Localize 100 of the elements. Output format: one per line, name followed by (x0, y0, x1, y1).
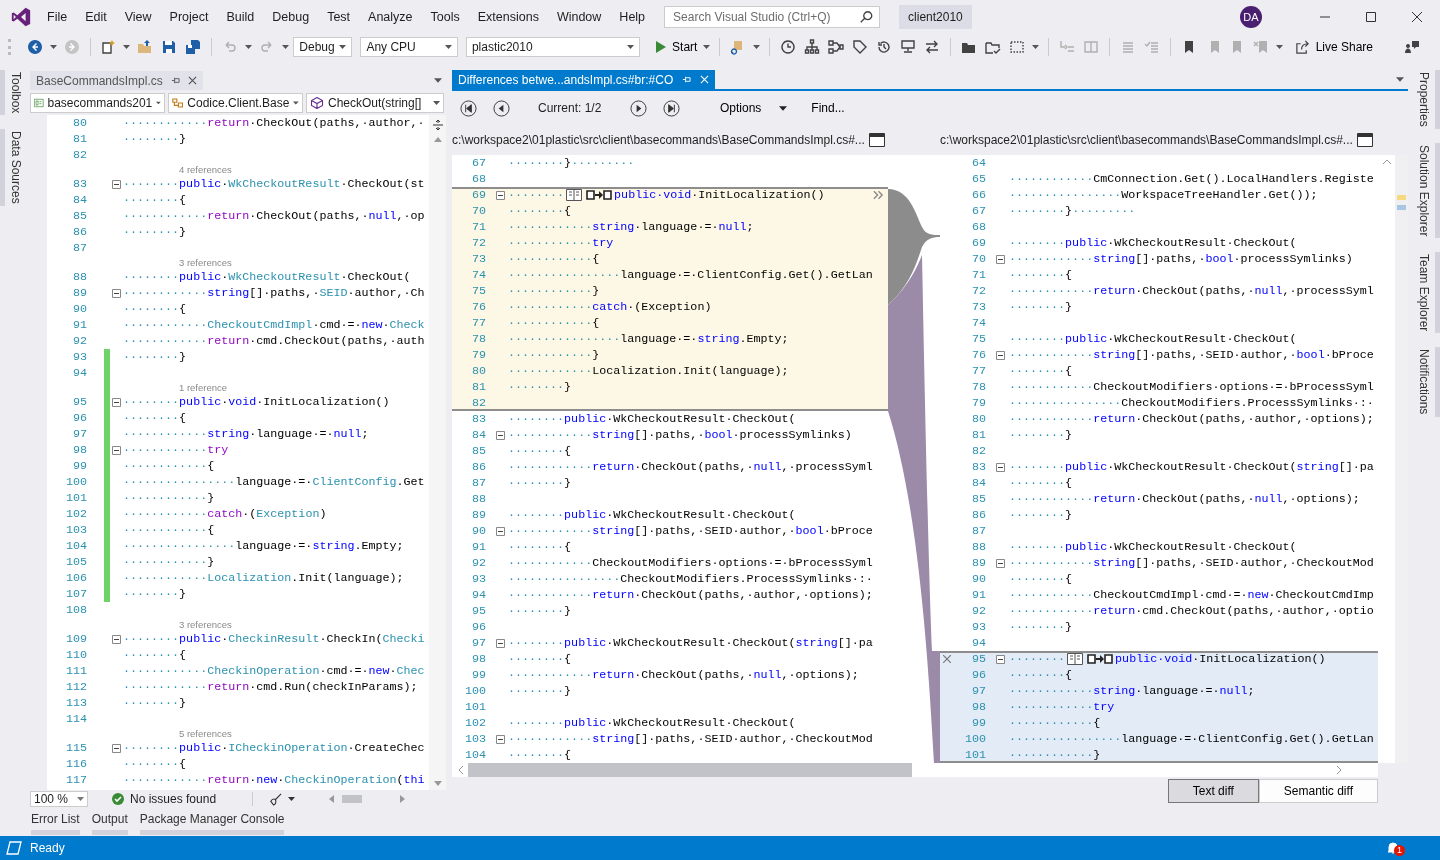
skip-forward-icon[interactable] (663, 99, 680, 117)
start-button[interactable]: Start (648, 40, 700, 54)
caret-icon[interactable] (434, 78, 442, 83)
menu-item[interactable]: Help (610, 7, 655, 27)
up-chevron-icon[interactable] (1381, 159, 1392, 165)
maximize-icon[interactable] (1365, 11, 1377, 23)
menu-item[interactable]: Build (217, 7, 264, 27)
side-tab[interactable]: Team Explorer (1417, 252, 1440, 334)
split-icon[interactable] (431, 119, 444, 131)
collapse-icon[interactable] (112, 634, 121, 644)
open-folder-icon[interactable] (137, 39, 154, 55)
back-icon[interactable] (26, 39, 43, 55)
diff-mode-tab[interactable]: Semantic diff (1258, 779, 1378, 803)
collapse-icon[interactable] (495, 734, 505, 744)
diff-pane[interactable] (452, 155, 888, 763)
lines-check-icon[interactable] (1143, 39, 1160, 55)
collapse-icon[interactable] (996, 350, 1005, 360)
collapse-icon[interactable] (112, 743, 121, 753)
reference-count[interactable]: 1 reference (123, 381, 228, 394)
caret-icon[interactable] (123, 45, 131, 49)
menu-item[interactable]: Analyze (359, 7, 422, 27)
menu-item[interactable]: Debug (263, 7, 319, 27)
collapse-icon[interactable] (996, 462, 1005, 472)
collapse-icon[interactable] (112, 445, 121, 455)
window-icon[interactable] (868, 133, 885, 147)
side-tab[interactable]: Solution Explorer (1417, 142, 1440, 239)
hierarchy-icon[interactable] (804, 39, 821, 55)
new-project-icon[interactable] (100, 39, 117, 55)
collapse-icon[interactable] (495, 638, 505, 648)
live-share-button[interactable]: Live Share (1288, 38, 1379, 56)
collapse-icon[interactable] (112, 397, 121, 407)
caret-icon[interactable] (245, 45, 253, 49)
collapse-icon[interactable] (112, 179, 121, 189)
collapse-icon[interactable] (495, 190, 505, 200)
close-icon[interactable] (1411, 11, 1423, 23)
scroll-thumb[interactable] (468, 763, 912, 777)
navigation-dropdown[interactable]: Codice.Client.Base (168, 93, 303, 113)
book-icon[interactable] (1067, 653, 1084, 665)
window-icon[interactable] (1356, 133, 1373, 147)
reference-count[interactable]: 4 references (123, 163, 232, 176)
clock-icon[interactable] (780, 39, 797, 55)
folder-check-icon[interactable] (985, 39, 1001, 55)
skip-back-icon[interactable] (460, 99, 477, 117)
reference-count[interactable]: 3 references (123, 256, 232, 269)
tag-icon[interactable] (852, 39, 869, 55)
panel-icon[interactable] (6, 841, 22, 855)
side-tab[interactable]: Notifications (1417, 347, 1440, 417)
configuration-dropdown[interactable]: Debug (293, 37, 353, 57)
caret-icon[interactable] (288, 797, 296, 801)
menu-item[interactable]: Tools (421, 7, 469, 27)
options-button[interactable]: Options (720, 101, 788, 115)
collapse-icon[interactable] (495, 430, 505, 440)
caret-icon[interactable] (1032, 45, 1039, 49)
reference-count[interactable]: 5 references (123, 727, 232, 740)
caret-icon[interactable] (49, 45, 57, 49)
platform-dropdown[interactable]: Any CPU (360, 37, 458, 57)
up-arrow-icon[interactable] (433, 137, 442, 142)
vertical-scrollbar[interactable] (429, 115, 446, 790)
collapse-icon[interactable] (996, 254, 1005, 264)
search-field[interactable]: Search Visual Studio (Ctrl+Q) (664, 6, 881, 28)
book-icon[interactable] (566, 189, 583, 201)
branch-icon[interactable] (828, 39, 845, 55)
right-chevron-icon[interactable] (1336, 765, 1342, 775)
caret-icon[interactable] (282, 45, 290, 49)
next-icon[interactable] (630, 99, 647, 117)
collapse-icon[interactable] (996, 654, 1005, 664)
menu-item[interactable]: Edit (76, 7, 116, 27)
project-dropdown[interactable]: plastic2010 (465, 37, 641, 57)
previous-icon[interactable] (493, 99, 510, 117)
move-icon[interactable] (1087, 653, 1114, 665)
caret-icon[interactable] (1396, 77, 1404, 82)
horizontal-scrollbar[interactable] (329, 795, 406, 803)
move-icon[interactable] (586, 189, 613, 201)
menu-item[interactable]: Extensions (468, 7, 548, 27)
caret-icon[interactable] (753, 45, 761, 49)
scroll-thumb[interactable] (342, 795, 363, 803)
menu-item[interactable]: Test (318, 7, 360, 27)
find-button[interactable]: Find... (811, 101, 845, 115)
dotted-rectangle-icon[interactable] (1009, 39, 1025, 55)
navigation-dropdown[interactable]: basecommands201 (30, 93, 165, 113)
menu-item[interactable]: View (115, 7, 161, 27)
document-tab[interactable]: BaseCommandsImpl.cs (30, 71, 203, 90)
feedback-icon[interactable] (1404, 39, 1420, 55)
menu-item[interactable]: Project (160, 7, 218, 27)
monitor-icon[interactable] (900, 39, 917, 55)
pin-icon[interactable] (170, 76, 180, 85)
menu-item[interactable]: Window (547, 7, 611, 27)
side-tab[interactable]: Toolbox (0, 70, 23, 116)
save-icon[interactable] (161, 39, 178, 55)
caret-icon[interactable] (1275, 45, 1283, 49)
side-tab[interactable]: Data Sources (0, 129, 23, 207)
avatar[interactable]: DA (1240, 6, 1262, 28)
caret-icon[interactable] (703, 45, 711, 49)
reference-count[interactable]: 3 references (123, 618, 232, 631)
brush-icon[interactable] (269, 792, 283, 806)
zoom-dropdown[interactable]: 100 % (30, 791, 88, 807)
chevrons-icon[interactable] (873, 190, 884, 200)
issues-status[interactable]: No issues found (130, 792, 217, 806)
navigation-dropdown[interactable]: CheckOut(string[] (306, 93, 444, 113)
horizontal-scrollbar[interactable] (452, 763, 1378, 777)
